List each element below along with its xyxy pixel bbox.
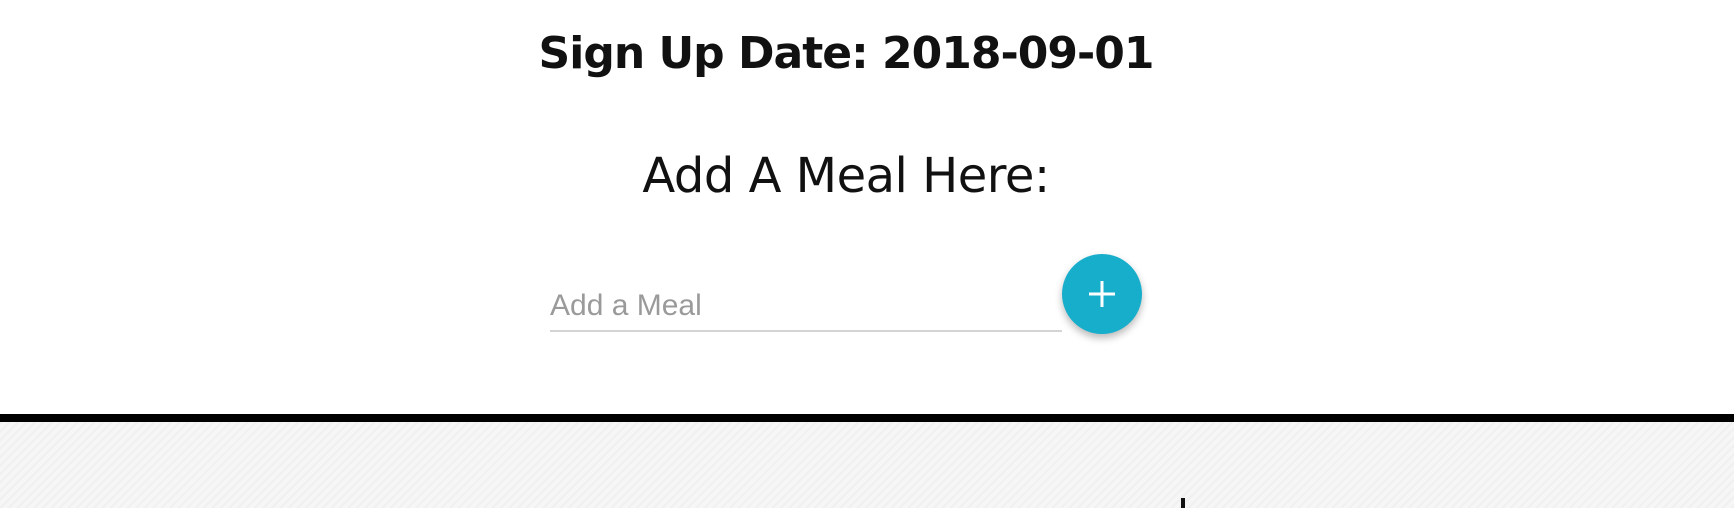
footer-divider (0, 414, 1734, 422)
signup-date-heading: Sign Up Date: 2018-09-01 (538, 28, 1155, 79)
page: Sign Up Date: 2018-09-01 Add A Meal Here… (0, 0, 1734, 508)
meal-input[interactable] (550, 282, 1062, 332)
footer-text-fragment (1181, 498, 1185, 508)
plus-icon (1089, 281, 1115, 307)
footer-area (0, 422, 1734, 508)
add-meal-button[interactable] (1062, 254, 1142, 334)
add-meal-heading: Add A Meal Here: (642, 148, 1050, 204)
